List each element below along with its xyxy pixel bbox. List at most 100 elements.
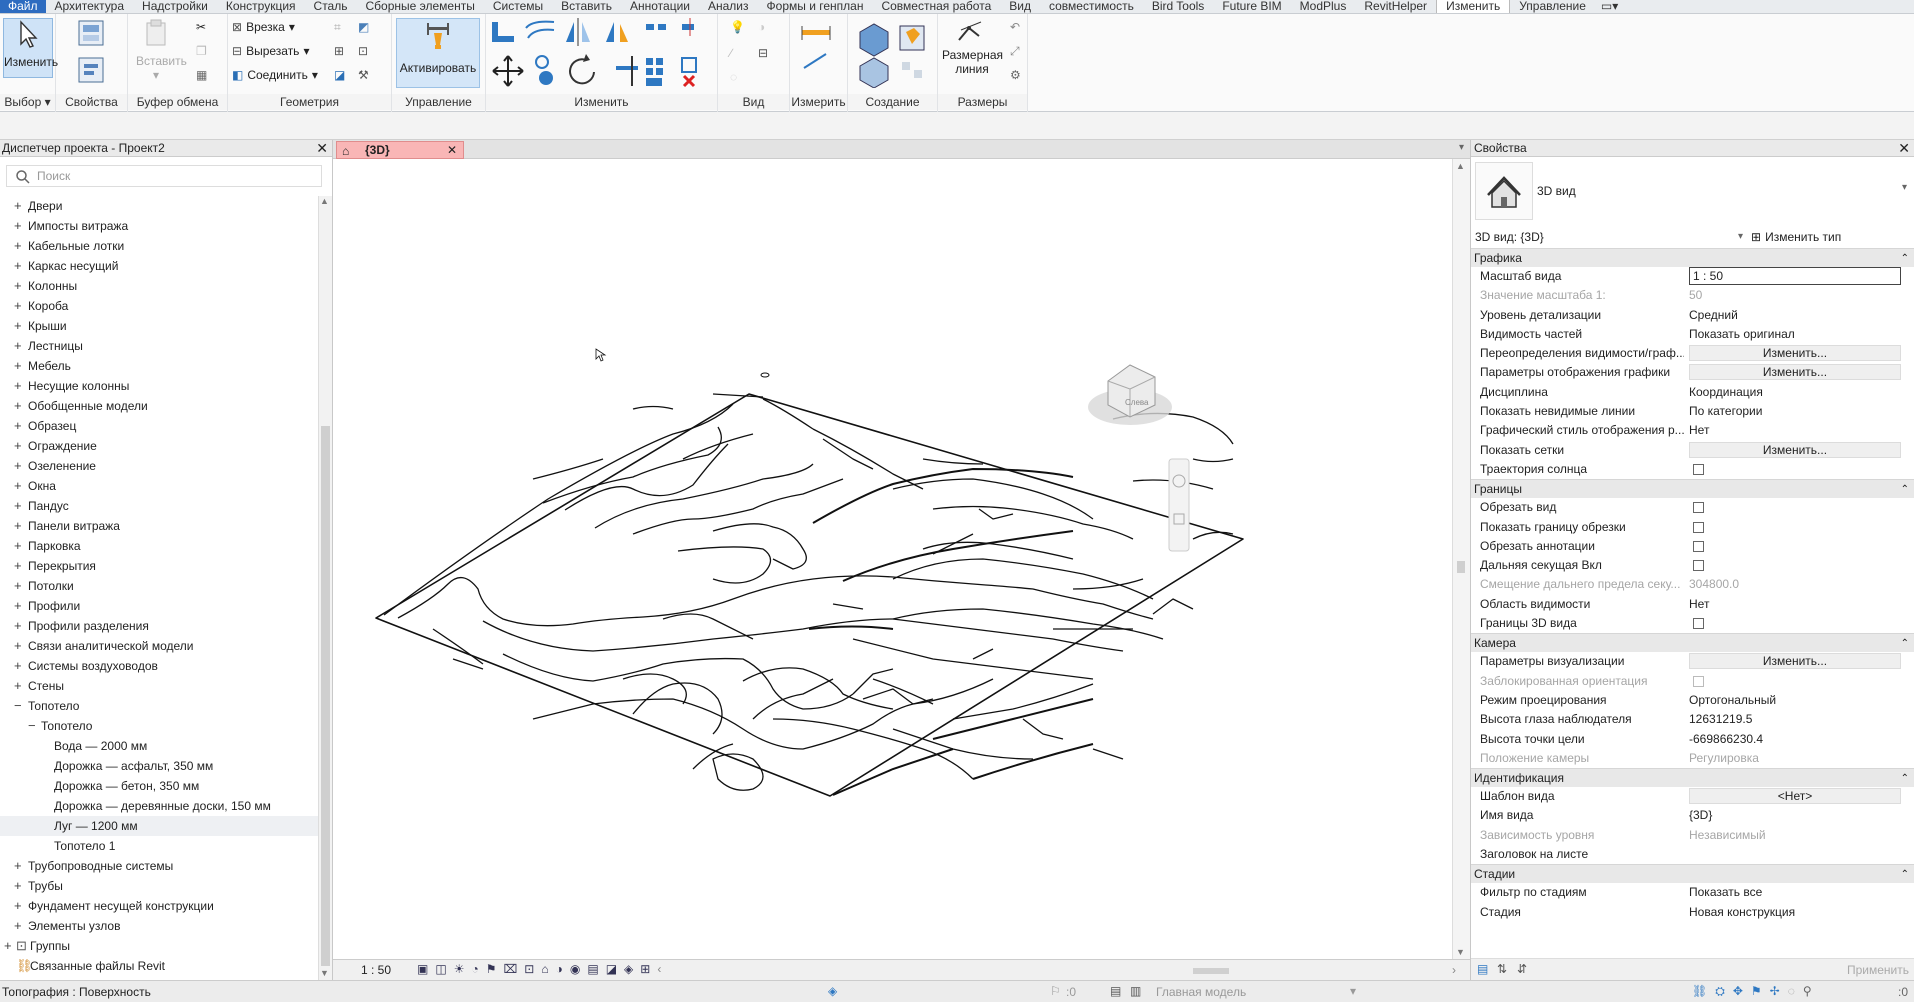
- property-edit-button[interactable]: Изменить...: [1689, 653, 1901, 670]
- browser-tree-item[interactable]: + Короба: [0, 296, 318, 316]
- reveal-hidden-icon[interactable]: ◉: [570, 962, 580, 976]
- ribbon-tab[interactable]: Системы: [484, 0, 552, 13]
- visibility-icon[interactable]: ◌: [730, 70, 737, 84]
- constraints-icon[interactable]: ⊞: [640, 962, 650, 976]
- demolish-icon[interactable]: ⚒: [358, 68, 369, 82]
- property-edit-button[interactable]: Изменить...: [1689, 345, 1901, 362]
- property-checkbox[interactable]: [1693, 540, 1704, 552]
- property-group-header[interactable]: Графика ⌃: [1471, 248, 1914, 267]
- browser-tree-item[interactable]: + Образец: [0, 416, 318, 436]
- navigation-bar[interactable]: [1168, 458, 1190, 552]
- ribbon-tab[interactable]: Анализ: [699, 0, 758, 13]
- edit-type-button[interactable]: ⊞ Изменить тип: [1751, 228, 1841, 246]
- align-icon[interactable]: [492, 22, 514, 42]
- browser-tree-item[interactable]: + Панели витража: [0, 516, 318, 536]
- browser-tree-item[interactable]: + Перекрытия: [0, 556, 318, 576]
- create-parts-icon[interactable]: [859, 23, 889, 57]
- expand-icon[interactable]: +: [14, 196, 22, 216]
- expand-icon[interactable]: +: [14, 356, 22, 376]
- expand-icon[interactable]: +: [14, 216, 22, 236]
- browser-tree-item[interactable]: + Стены: [0, 676, 318, 696]
- browser-tree-item[interactable]: Топотело 1: [0, 836, 318, 856]
- property-value[interactable]: Нет: [1689, 421, 1903, 440]
- expand-icon[interactable]: +: [14, 456, 22, 476]
- ribbon-tab[interactable]: Вставить: [552, 0, 621, 13]
- browser-tree-item[interactable]: Дорожка — асфальт, 350 мм: [0, 756, 318, 776]
- browser-tree-item[interactable]: + Лестницы: [0, 336, 318, 356]
- expand-icon[interactable]: +: [14, 256, 22, 276]
- view-scale[interactable]: 1 : 50: [361, 963, 391, 977]
- browser-tree-item[interactable]: Луг — 1200 мм: [0, 816, 318, 836]
- browser-tree-item[interactable]: + Системы воздуховодов: [0, 656, 318, 676]
- browser-tree-item[interactable]: + Парковка: [0, 536, 318, 556]
- beam-join-icon[interactable]: ⊡: [358, 44, 368, 58]
- drag-elements-icon[interactable]: ✢: [1770, 984, 1780, 999]
- expand-icon[interactable]: +: [14, 596, 22, 616]
- browser-tree-item[interactable]: + Обобщенные модели: [0, 396, 318, 416]
- ribbon-tab[interactable]: Сталь: [305, 0, 357, 13]
- property-checkbox[interactable]: [1693, 560, 1704, 572]
- linework-icon[interactable]: ∕: [730, 46, 732, 60]
- browser-tree-item[interactable]: + Потолки: [0, 576, 318, 596]
- panel-select-title[interactable]: Выбор ▾: [0, 94, 55, 110]
- mirror-draw-icon[interactable]: [606, 22, 628, 42]
- browser-tree-item[interactable]: + Элементы узлов: [0, 916, 318, 936]
- property-edit-button[interactable]: <Нет>: [1689, 788, 1901, 805]
- select-links-icon[interactable]: ⛓: [1692, 984, 1707, 999]
- ribbon-tab[interactable]: Аннотации: [621, 0, 699, 13]
- view-settings-icon[interactable]: ⊟: [758, 46, 768, 60]
- browser-tree-item[interactable]: + Связи аналитической модели: [0, 636, 318, 656]
- create-group-icon[interactable]: [899, 25, 925, 51]
- ribbon-tab[interactable]: Формы и генплан: [758, 0, 873, 13]
- select-pinned-icon[interactable]: ✥: [1733, 984, 1743, 999]
- copy-elements-icon[interactable]: [535, 55, 553, 85]
- ribbon-tab[interactable]: Вид: [1000, 0, 1040, 13]
- create-similar-icon[interactable]: [902, 62, 922, 78]
- expand-icon[interactable]: +: [14, 316, 22, 336]
- browser-tree-item[interactable]: Дорожка — деревянные доски, 150 мм: [0, 796, 318, 816]
- sort-desc-icon[interactable]: ⇵: [1517, 962, 1527, 976]
- wall-joins-icon[interactable]: ⌗: [334, 20, 341, 35]
- highlight-icon[interactable]: ◈: [624, 962, 633, 976]
- property-checkbox[interactable]: [1693, 521, 1704, 533]
- properties-button[interactable]: [72, 18, 112, 48]
- collapse-icon[interactable]: ⌃: [1901, 249, 1909, 268]
- collapse-icon[interactable]: −: [28, 716, 36, 736]
- ribbon-tab[interactable]: Управление: [1510, 0, 1595, 13]
- browser-tree-item[interactable]: + Окна: [0, 476, 318, 496]
- analytical-icon[interactable]: ◪: [606, 962, 617, 976]
- type-properties-button[interactable]: [72, 56, 112, 84]
- aligned-dimension-button[interactable]: Размерная линия: [942, 18, 1003, 76]
- expand-icon[interactable]: +: [14, 916, 22, 936]
- ribbon-tab[interactable]: Изменить: [1436, 0, 1511, 13]
- browser-tree-item[interactable]: + Крыши: [0, 316, 318, 336]
- radial-dim-icon[interactable]: ⤢: [1010, 44, 1020, 59]
- match-properties-icon[interactable]: ▦: [196, 68, 207, 82]
- sort-asc-icon[interactable]: ⇅: [1497, 962, 1507, 976]
- property-checkbox[interactable]: [1693, 463, 1704, 475]
- detail-level-icon[interactable]: ▣: [417, 962, 428, 976]
- property-input[interactable]: 1 : 50: [1689, 267, 1901, 285]
- measure-icon[interactable]: [798, 20, 842, 80]
- move-icon[interactable]: [492, 55, 524, 87]
- expand-icon[interactable]: +: [14, 276, 22, 296]
- unlocked-view-icon[interactable]: ⌂: [541, 962, 548, 976]
- split-icon[interactable]: [646, 24, 666, 30]
- visual-style-icon[interactable]: ◫: [435, 962, 446, 976]
- expand-icon[interactable]: +: [14, 856, 22, 876]
- expand-icon[interactable]: +: [14, 436, 22, 456]
- browser-tree-item[interactable]: + Импосты витража: [0, 216, 318, 236]
- trim-extend-icon[interactable]: [616, 56, 638, 86]
- join-button[interactable]: ◧ Соединить ▾: [232, 68, 318, 82]
- delete-icon[interactable]: [682, 74, 696, 88]
- property-checkbox[interactable]: [1693, 618, 1704, 630]
- copy-icon[interactable]: ❐: [196, 44, 207, 58]
- select-underlay-icon[interactable]: ⛭: [1715, 984, 1725, 999]
- browser-tree-item[interactable]: + Фундамент несущей конструкции: [0, 896, 318, 916]
- expand-icon[interactable]: +: [4, 936, 12, 956]
- ribbon-tab[interactable]: Архитектура: [46, 0, 134, 13]
- cut-geometry-button[interactable]: ⊠ Врезка ▾: [232, 20, 295, 34]
- ribbon-tab[interactable]: ModPlus: [1291, 0, 1356, 13]
- view-vertical-scrollbar[interactable]: ▲ ▼: [1452, 159, 1470, 959]
- browser-tree-item[interactable]: + Несущие колонны: [0, 376, 318, 396]
